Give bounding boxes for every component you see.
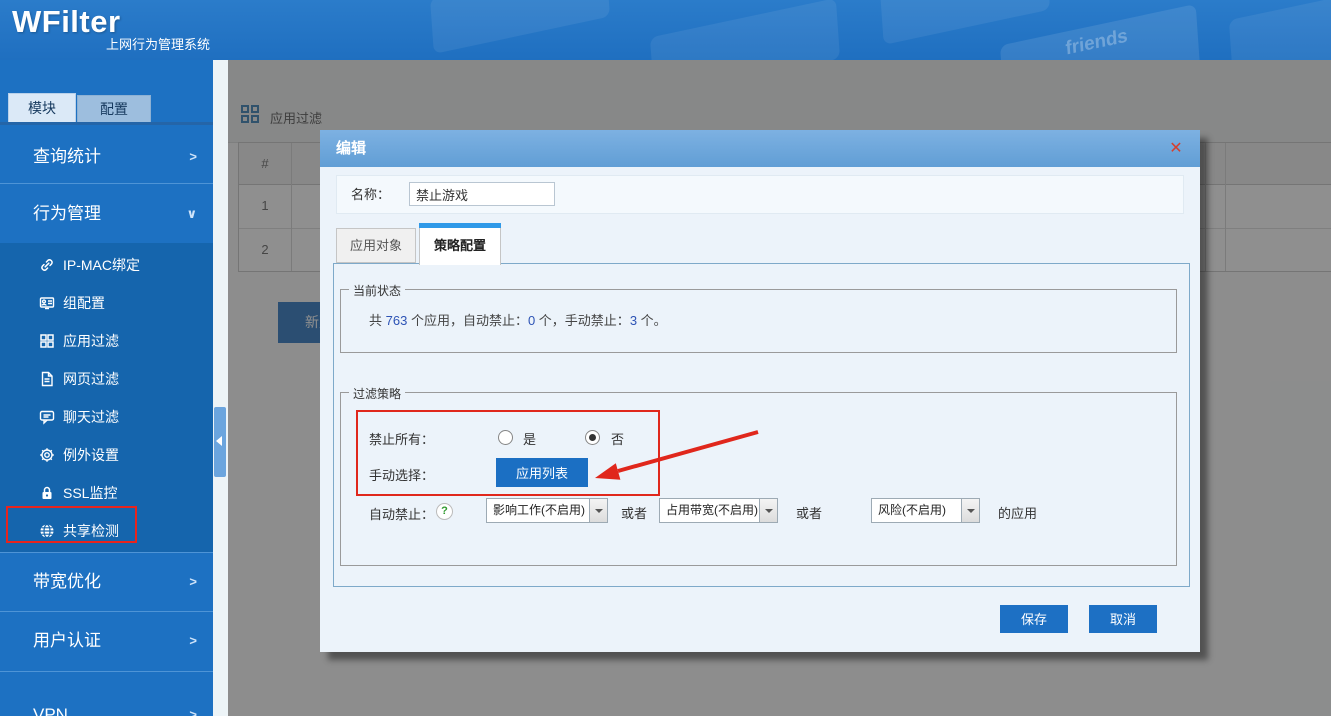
sidebar-item-label: 聊天过滤 [63,409,119,425]
or-text: 或者 [621,506,648,521]
save-button[interactable]: 保存 [1000,605,1068,633]
radio-block-all-no[interactable] [585,430,600,445]
sidebar-item-ip-mac-binding[interactable]: IP-MAC绑定 [0,246,213,284]
close-icon[interactable]: ✕ [1166,139,1186,159]
block-all-label: 禁止所有： [369,432,435,447]
fieldset-legend: 过滤策略 [349,385,406,402]
annotation-red-rectangle-sidebar [6,506,137,543]
keyboard-decor [430,0,610,54]
section-label: VPN [33,705,68,716]
status-text: 个，手动禁止： [535,313,630,328]
grid-icon [40,334,54,348]
radio-yes-label[interactable]: 是 [523,429,536,448]
status-text: 共 [369,313,386,328]
select-value: 风险(不启用) [878,503,946,517]
lock-icon [42,486,52,499]
dropdown-arrow-icon [961,499,979,522]
edit-dialog: 编辑 ✕ 名称： 应用对象 策略配置 当前状态 共 763 个应用，自动禁止：0… [320,130,1200,652]
status-text: 个应用，自动禁止： [407,313,528,328]
sidebar-item-app-filter[interactable]: 应用过滤 [0,322,213,360]
section-label: 查询统计 [33,147,101,166]
auto-block-label: 自动禁止： [369,507,435,522]
sidebar-item-label: 例外设置 [63,447,119,463]
apps-suffix-text: 的应用 [998,506,1038,521]
filter-policy-fieldset: 过滤策略 禁止所有： 是 否 手动选择： 应用列表 自动禁止： ? 影响工作(不… [340,385,1177,566]
sidebar-tab-config[interactable]: 配置 [77,95,151,124]
chevron-down-icon: ∨ [186,206,197,221]
sidebar-section-behavior-mgmt[interactable]: 行为管理 ∨ [0,184,213,244]
sidebar-collapse-strip [213,60,228,716]
cancel-button[interactable]: 取消 [1089,605,1157,633]
sidebar-item-chat-filter[interactable]: 聊天过滤 [0,398,213,436]
chevron-right-icon: > [189,574,197,589]
sidebar-collapse-handle[interactable] [214,407,226,477]
total-apps-count: 763 [385,313,408,328]
app-header: friends WFilter 上网行为管理系统 [0,0,1331,60]
tab-app-objects[interactable]: 应用对象 [336,228,416,263]
sidebar-tab-modules[interactable]: 模块 [8,93,76,124]
keyboard-decor [1228,0,1331,60]
sidebar-item-label: 应用过滤 [63,333,119,349]
dialog-title-bar: 编辑 ✕ [320,130,1200,167]
sidebar-section-bandwidth[interactable]: 带宽优化 > [0,552,213,612]
select-impact-work[interactable]: 影响工作(不启用) [486,498,608,523]
select-bandwidth-usage[interactable]: 占用带宽(不启用) [659,498,778,523]
wfilter-app: friends WFilter 上网行为管理系统 模块 配置 查询统计 > 行为… [0,0,1331,716]
app-logo-subtitle: 上网行为管理系统 [106,37,211,52]
dialog-title: 编辑 [336,140,367,157]
sidebar-tab-underline [0,122,213,125]
status-summary: 共 763 个应用，自动禁止：0 个，手动禁止：3 个。 [369,290,667,352]
sidebar-item-label: 组配置 [63,295,105,311]
current-status-fieldset: 当前状态 共 763 个应用，自动禁止：0 个，手动禁止：3 个。 [340,282,1177,353]
section-label: 用户认证 [33,631,101,650]
webpage-icon [41,371,53,387]
status-text: 个。 [637,313,667,328]
sidebar-item-label: 网页过滤 [63,371,119,387]
manual-blocked-count: 3 [629,313,638,328]
keyboard-decor [649,0,841,60]
chat-icon [39,410,55,425]
app-list-button[interactable]: 应用列表 [496,458,588,487]
sidebar-item-group-config[interactable]: 组配置 [0,284,213,322]
manual-select-label: 手动选择： [369,468,435,483]
sidebar-item-label: IP-MAC绑定 [63,257,140,273]
help-icon[interactable]: ? [436,503,453,520]
chevron-right-icon: > [189,633,197,648]
radio-block-all-yes[interactable] [498,430,513,445]
keyboard-decor [879,0,1051,45]
radio-no-label[interactable]: 否 [611,429,624,448]
name-input[interactable] [409,182,555,206]
link-icon [41,259,53,271]
chevron-left-icon [216,436,222,446]
dropdown-arrow-icon [759,499,777,522]
chevron-right-icon: > [189,149,197,164]
name-field-row: 名称： [336,175,1184,214]
chevron-right-icon: > [189,707,197,716]
sidebar-submenu: IP-MAC绑定 组配置 应用过滤 网页过滤 聊天过滤 例外设置 SSL监控 共… [0,243,213,552]
or-text: 或者 [796,506,823,521]
sidebar-section-query-stats[interactable]: 查询统计 > [0,130,213,184]
section-label: 带宽优化 [33,572,101,591]
sidebar-section-vpn[interactable]: VPN > [0,672,213,716]
sidebar-section-user-auth[interactable]: 用户认证 > [0,611,213,672]
sidebar-item-web-filter[interactable]: 网页过滤 [0,360,213,398]
app-logo: WFilter [12,4,121,39]
select-value: 占用带宽(不启用) [666,503,758,517]
sidebar-item-exceptions[interactable]: 例外设置 [0,436,213,474]
id-card-icon [39,297,55,310]
dropdown-arrow-icon [589,499,607,522]
gear-icon [40,448,54,462]
name-label: 名称： [351,187,391,202]
select-risk[interactable]: 风险(不启用) [871,498,980,523]
sidebar: 模块 配置 查询统计 > 行为管理 ∨ IP-MAC绑定 组配置 应用过滤 网页… [0,60,213,716]
tab-policy-config[interactable]: 策略配置 [419,228,501,265]
section-label: 行为管理 [33,204,101,223]
select-value: 影响工作(不启用) [493,503,585,517]
